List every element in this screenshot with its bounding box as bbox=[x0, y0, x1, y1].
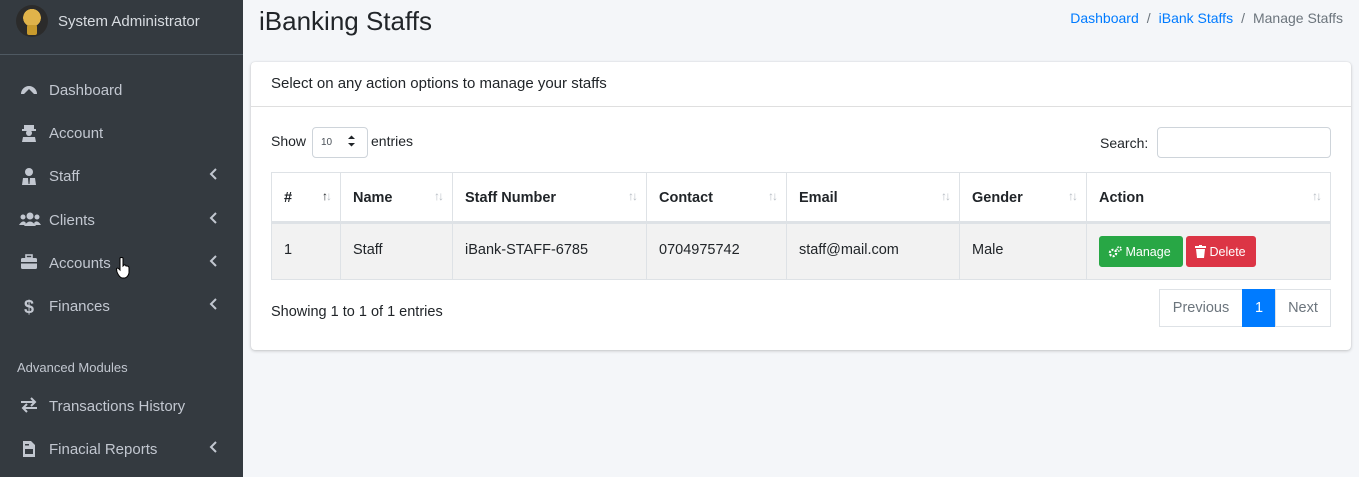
manage-button-label: Manage bbox=[1125, 245, 1171, 259]
briefcase-icon bbox=[19, 254, 39, 274]
column-header-label: Contact bbox=[659, 190, 713, 206]
column-header-staff-number[interactable]: Staff Number ↑↓ bbox=[452, 172, 647, 223]
sort-icon: ↑↓ bbox=[768, 189, 778, 203]
sort-icon: ↑↓ bbox=[434, 189, 444, 203]
chevron-left-icon bbox=[209, 440, 217, 456]
column-header-gender[interactable]: Gender ↑↓ bbox=[959, 172, 1087, 223]
sidebar: System Administrator Dashboard Account S… bbox=[0, 0, 243, 477]
column-header-label: Action bbox=[1099, 190, 1145, 206]
sidebar-item-label: Clients bbox=[49, 212, 95, 229]
manage-button[interactable]: Manage bbox=[1099, 236, 1183, 267]
column-header-label: Email bbox=[799, 190, 838, 206]
table-cell-number: 1 bbox=[271, 223, 341, 280]
breadcrumb-ibank-staffs-link[interactable]: iBank Staffs bbox=[1159, 10, 1233, 26]
exchange-icon bbox=[19, 397, 39, 417]
hand-cursor-icon bbox=[115, 257, 130, 279]
cell-text: iBank-STAFF-6785 bbox=[465, 242, 589, 258]
cell-text: 1 bbox=[284, 242, 293, 258]
table-cell-staff-number: iBank-STAFF-6785 bbox=[452, 223, 647, 280]
entries-length-select[interactable]: 10 bbox=[312, 127, 368, 158]
sidebar-item-label: Finacial Reports bbox=[49, 441, 158, 458]
sort-icon: ↑↓ bbox=[941, 189, 951, 203]
column-header-name[interactable]: Name ↑↓ bbox=[340, 172, 453, 223]
column-header-label: Staff Number bbox=[465, 190, 557, 206]
chevron-left-icon bbox=[209, 297, 217, 313]
length-show-label: Show bbox=[271, 133, 307, 149]
table-cell-contact: 0704975742 bbox=[646, 223, 787, 280]
column-header-label: Name bbox=[353, 190, 393, 206]
sidebar-item-label: Staff bbox=[49, 168, 80, 185]
card-title: Select on any action options to manage y… bbox=[271, 75, 607, 92]
sidebar-item-label: Account bbox=[49, 125, 104, 142]
sidebar-item-label: Accounts bbox=[49, 255, 111, 272]
card-header: Select on any action options to manage y… bbox=[251, 62, 1351, 107]
dashboard-icon bbox=[19, 81, 39, 101]
sidebar-item-staff[interactable]: Staff bbox=[0, 157, 243, 197]
sidebar-item-account[interactable]: Account bbox=[0, 114, 243, 154]
delete-button-label: Delete bbox=[1209, 245, 1246, 259]
sidebar-item-label: Finances bbox=[49, 298, 110, 315]
column-header-action[interactable]: Action ↑↓ bbox=[1086, 172, 1331, 223]
breadcrumb-dashboard-link[interactable]: Dashboard bbox=[1070, 10, 1139, 26]
sidebar-item-transactions-history[interactable]: Transactions History bbox=[0, 387, 243, 427]
dollar-icon: $ bbox=[23, 297, 34, 317]
pagination-previous[interactable]: Previous bbox=[1159, 289, 1243, 327]
breadcrumb-separator: / bbox=[1146, 10, 1151, 26]
breadcrumb-current: Manage Staffs bbox=[1252, 10, 1343, 26]
sidebar-item-dashboard[interactable]: Dashboard bbox=[0, 71, 243, 111]
file-invoice-icon bbox=[19, 440, 39, 460]
sidebar-item-label: Transactions History bbox=[49, 398, 186, 415]
chevron-left-icon bbox=[209, 167, 217, 183]
column-header-label: # bbox=[284, 190, 293, 206]
user-secret-icon bbox=[19, 124, 39, 144]
search-input[interactable] bbox=[1157, 127, 1331, 158]
staff-card: Select on any action options to manage y… bbox=[251, 62, 1351, 350]
cell-text: Staff bbox=[353, 242, 383, 258]
breadcrumb: Dashboard / iBank Staffs / Manage Staffs bbox=[1070, 10, 1343, 26]
column-header-contact[interactable]: Contact ↑↓ bbox=[646, 172, 787, 223]
column-header-number[interactable]: # ↑↓ bbox=[271, 172, 341, 223]
users-icon bbox=[19, 211, 41, 231]
sidebar-item-financial-reports[interactable]: Finacial Reports bbox=[0, 430, 243, 470]
trash-icon bbox=[1195, 245, 1206, 258]
sidebar-item-label: Dashboard bbox=[49, 82, 123, 99]
user-tie-icon bbox=[19, 167, 39, 187]
chevron-left-icon bbox=[209, 211, 217, 227]
sidebar-section-header: Advanced Modules bbox=[17, 360, 128, 375]
sidebar-item-clients[interactable]: Clients bbox=[0, 201, 243, 241]
pagination-page-1[interactable]: 1 bbox=[1242, 289, 1276, 327]
column-header-label: Gender bbox=[972, 190, 1023, 206]
cell-text: staff@mail.com bbox=[799, 242, 899, 258]
sort-ascending-icon: ↑↓ bbox=[322, 189, 332, 203]
user-panel[interactable]: System Administrator bbox=[0, 0, 243, 55]
table-cell-action: Manage Delete bbox=[1086, 223, 1331, 280]
length-entries-label: entries bbox=[371, 133, 414, 149]
entries-length-value: 10 bbox=[321, 137, 333, 148]
sort-updown-icon bbox=[347, 134, 356, 151]
delete-button[interactable]: Delete bbox=[1186, 236, 1256, 267]
avatar bbox=[16, 5, 48, 37]
page-title: iBanking Staffs bbox=[259, 6, 432, 36]
user-name[interactable]: System Administrator bbox=[58, 13, 200, 30]
column-header-email[interactable]: Email ↑↓ bbox=[786, 172, 960, 223]
sort-icon: ↑↓ bbox=[1068, 189, 1078, 203]
cogs-icon bbox=[1108, 246, 1122, 258]
search-label: Search: bbox=[1100, 135, 1149, 151]
cell-text: 0704975742 bbox=[659, 242, 740, 258]
table-cell-gender: Male bbox=[959, 223, 1087, 280]
breadcrumb-separator: / bbox=[1241, 10, 1245, 26]
pagination-next[interactable]: Next bbox=[1275, 289, 1331, 327]
sidebar-item-finances[interactable]: $ Finances bbox=[0, 287, 243, 327]
cell-text: Male bbox=[972, 242, 1004, 258]
table-info: Showing 1 to 1 of 1 entries bbox=[271, 304, 443, 320]
sort-icon: ↑↓ bbox=[628, 189, 638, 203]
sort-icon: ↑↓ bbox=[1312, 189, 1322, 203]
table-cell-email: staff@mail.com bbox=[786, 223, 960, 280]
table-cell-name: Staff bbox=[340, 223, 453, 280]
chevron-left-icon bbox=[209, 254, 217, 270]
